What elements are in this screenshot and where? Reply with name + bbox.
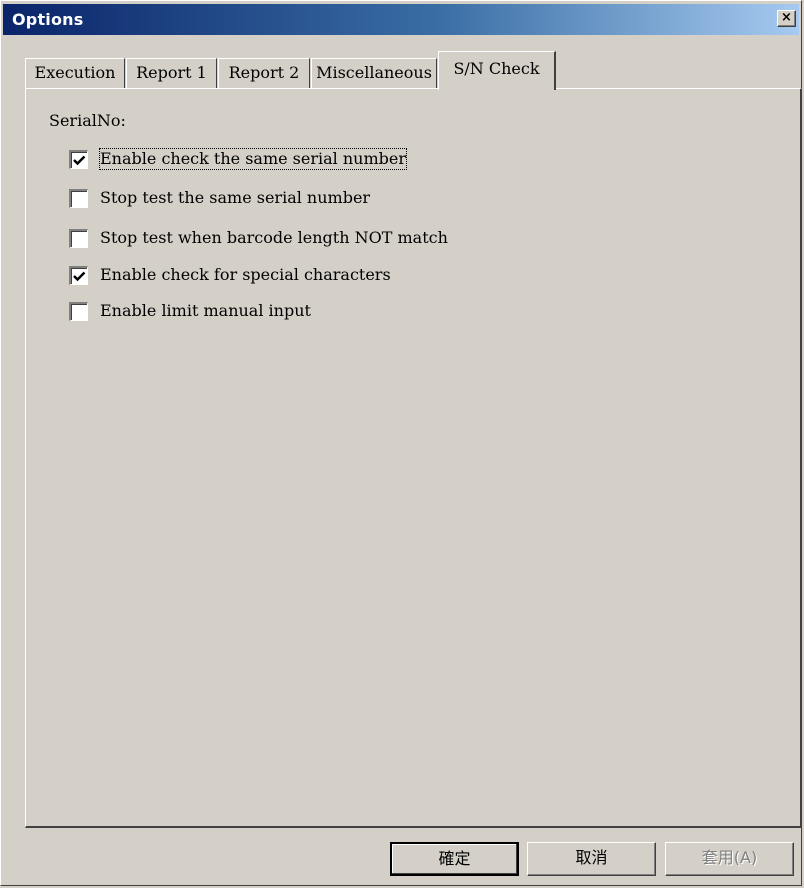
sn-check-panel: SerialNo: Enable check the same serial n… [25, 88, 802, 828]
tab-execution[interactable]: Execution [25, 58, 125, 88]
title-bar[interactable]: Options × [3, 4, 799, 35]
option-label[interactable]: Enable check the same serial number [98, 148, 408, 170]
option-label[interactable]: Enable limit manual input [100, 301, 311, 321]
apply-button[interactable]: 套用(A) [665, 842, 794, 876]
tab-report-2[interactable]: Report 2 [218, 58, 310, 88]
ok-button[interactable]: 確定 [390, 842, 519, 876]
tab-report-1[interactable]: Report 1 [126, 58, 217, 88]
close-icon: × [781, 10, 792, 25]
checkbox-stop-test-same-serial[interactable] [69, 189, 88, 208]
checkmark-icon [73, 271, 86, 282]
option-label[interactable]: Stop test when barcode length NOT match [100, 228, 448, 248]
option-label[interactable]: Stop test the same serial number [100, 188, 370, 208]
tab-miscellaneous[interactable]: Miscellaneous [311, 58, 437, 88]
options-dialog: Options × Execution Report 1 Report 2 Mi… [0, 0, 802, 886]
tab-sn-check[interactable]: S/N Check [438, 51, 556, 90]
checkbox-enable-check-special-chars[interactable] [69, 266, 88, 285]
checkbox-enable-check-same-serial[interactable] [69, 150, 88, 169]
checkmark-icon [73, 155, 86, 166]
window-title: Options [12, 10, 84, 29]
checkbox-stop-test-barcode-length[interactable] [69, 229, 88, 248]
checkbox-enable-limit-manual-input[interactable] [69, 302, 88, 321]
close-button[interactable]: × [777, 10, 796, 27]
option-label[interactable]: Enable check for special characters [100, 265, 391, 285]
cancel-button[interactable]: 取消 [527, 842, 656, 876]
serialno-group-label: SerialNo: [49, 111, 126, 130]
